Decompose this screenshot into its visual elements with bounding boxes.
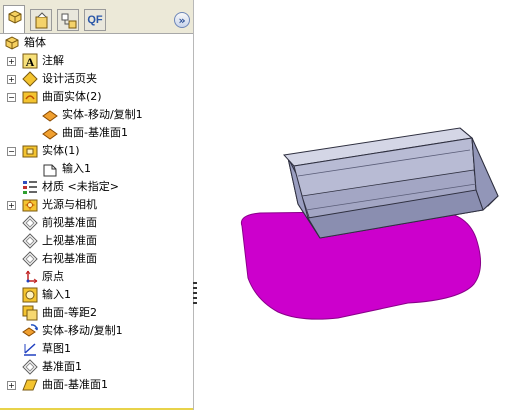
move-copy-icon [22,324,38,337]
surface-bodies-folder-icon [22,91,38,104]
model-view [240,127,499,320]
tree-item-label: 基准面1 [42,360,82,373]
tree-item-label: 注解 [42,54,64,67]
material-icon [23,181,37,194]
plane-icon [22,251,38,267]
tree-root-label: 箱体 [24,36,46,49]
collapse-panel-button[interactable]: » [174,12,190,28]
property-manager-tab[interactable] [30,9,52,31]
solid-bodies-folder-icon [22,145,38,158]
tree-item-label: 材质 <未指定> [42,180,119,193]
expand-toggle[interactable]: + [7,57,16,66]
design-binder-icon [22,71,38,87]
feature-manager-icon [8,10,22,24]
expand-toggle[interactable]: + [7,201,16,210]
plane-icon [22,359,38,375]
tree-item-label: 草图1 [42,342,71,355]
svg-text:A: A [26,55,35,69]
surface-body-icon [42,110,58,122]
tree-item-label: 设计活页夹 [42,72,97,85]
tree-item-label: 原点 [42,270,64,283]
collapse-toggle[interactable]: − [7,93,16,102]
qf-tab[interactable]: QF [84,9,106,31]
surface-body-icon [42,128,58,140]
import-feature-icon [22,287,38,303]
expand-toggle[interactable]: + [7,381,16,390]
feature-manager-panel: QF » 箱体 + A 注解 + 设计活页夹 − 曲面实体(2) 实体-移动/复… [0,0,194,410]
imported-body-icon [43,164,57,177]
origin-icon [25,270,38,284]
tree-item-label: 上视基准面 [42,234,97,247]
tree-item-label: 输入1 [62,162,91,175]
lights-cameras-icon [22,199,38,212]
collapse-toggle[interactable]: − [7,147,16,156]
tree-item-label: 实体(1) [42,144,80,157]
tree-item-label: 曲面实体(2) [42,90,102,103]
configuration-manager-icon [61,13,77,29]
part-icon [5,36,19,50]
offset-surface-icon [22,305,38,321]
tree-item-label: 光源与相机 [42,198,97,211]
feature-manager-tab[interactable] [3,5,25,33]
tree-item-label: 曲面-等距2 [42,306,97,319]
tree-item-label: 实体-移动/复制1 [42,324,123,337]
tree-item-label: 输入1 [42,288,71,301]
tree-item-label: 右视基准面 [42,252,97,265]
tray-body[interactable] [283,127,499,239]
expand-toggle[interactable]: + [7,75,16,84]
tree-item-label: 曲面-基准面1 [62,126,128,139]
plane-icon [22,215,38,231]
tree-item-label: 实体-移动/复制1 [62,108,143,121]
sketch-icon [24,343,36,356]
annotations-icon: A [22,53,38,69]
panel-splitter-handle[interactable] [193,282,197,306]
tree-item-label: 前视基准面 [42,216,97,229]
qf-tab-label: QF [87,14,103,26]
tree-item-label: 曲面-基准面1 [42,378,108,391]
planar-surface-icon [22,379,38,391]
graphics-area[interactable] [198,0,523,410]
configuration-manager-tab[interactable] [57,9,79,31]
double-chevron-right-icon: » [178,13,186,27]
property-manager-icon [35,12,48,29]
plane-icon [22,233,38,249]
manager-tab-bar: QF » [0,0,193,34]
